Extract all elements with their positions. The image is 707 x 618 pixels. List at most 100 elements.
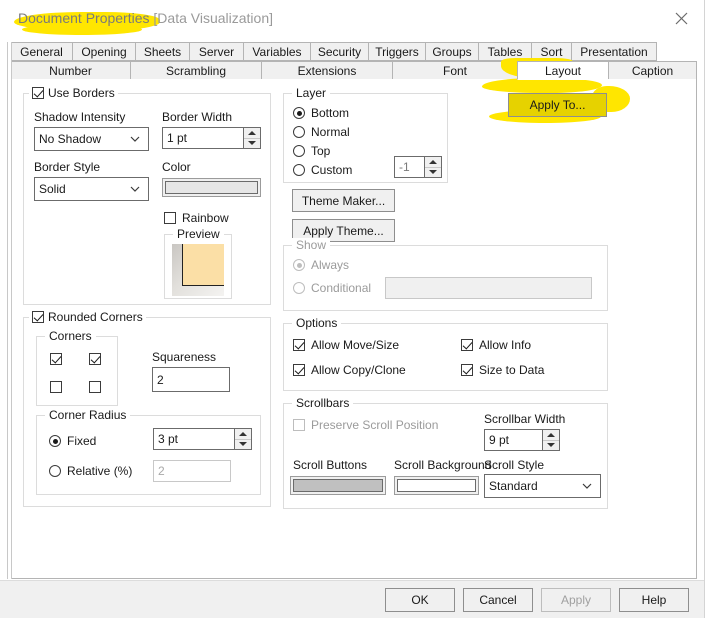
rainbow-checkbox[interactable] [164, 212, 176, 224]
tab-groups[interactable]: Groups [425, 42, 478, 61]
tab-sheets[interactable]: Sheets [135, 42, 189, 61]
corner-top-left-checkbox[interactable] [50, 353, 62, 365]
tab-row-primary: General Opening Sheets Server Variables Secur… [10, 42, 697, 61]
border-style-select[interactable]: Solid [34, 177, 149, 201]
tab-security[interactable]: Security [310, 42, 368, 61]
apply-to-button[interactable]: Apply To... [508, 93, 607, 117]
use-borders-group-label[interactable]: Use Borders [29, 86, 118, 100]
rounded-corners-group: Rounded Corners Corners Squareness 2 Cor… [23, 310, 271, 507]
rainbow-checkbox-row[interactable]: Rainbow [164, 211, 229, 225]
border-width-label: Border Width [162, 110, 233, 124]
corner-radius-fixed-value[interactable]: 3 pt [153, 428, 234, 450]
border-color-swatch[interactable] [162, 178, 261, 197]
scroll-buttons-fill [293, 479, 383, 492]
allow-info-row[interactable]: Allow Info [461, 338, 531, 352]
show-conditional-radio-row: Conditional [293, 281, 371, 295]
size-to-data-row[interactable]: Size to Data [461, 363, 544, 377]
close-icon[interactable] [661, 4, 701, 32]
theme-maker-button[interactable]: Theme Maker... [292, 189, 395, 212]
cancel-button[interactable]: Cancel [463, 588, 533, 612]
corner-radius-fixed-radio-row[interactable]: Fixed [49, 434, 96, 448]
rounded-corners-group-label[interactable]: Rounded Corners [29, 310, 146, 324]
layer-normal-radio[interactable] [293, 126, 305, 138]
use-borders-checkbox[interactable] [32, 87, 44, 99]
allow-info-label: Allow Info [479, 338, 532, 352]
layer-bottom-radio-row[interactable]: Bottom [293, 106, 349, 120]
scrollbar-width-label: Scrollbar Width [484, 412, 566, 426]
layer-custom-radio[interactable] [293, 164, 305, 176]
border-width-stepper[interactable]: 1 pt [162, 127, 261, 149]
allow-move-size-row[interactable]: Allow Move/Size [293, 338, 399, 352]
allow-info-checkbox[interactable] [461, 339, 473, 351]
layer-bottom-radio[interactable] [293, 107, 305, 119]
help-button[interactable]: Help [619, 588, 689, 612]
tab-scrambling[interactable]: Scrambling [130, 61, 261, 80]
spin-up-icon[interactable] [425, 157, 441, 167]
corners-group: Corners [36, 329, 118, 406]
allow-copy-clone-checkbox[interactable] [293, 364, 305, 376]
scroll-background-swatch[interactable] [394, 476, 479, 495]
chevron-down-icon [126, 136, 144, 143]
layer-custom-radio-row[interactable]: Custom [293, 163, 352, 177]
spin-down-icon[interactable] [244, 137, 260, 148]
shadow-intensity-value: No Shadow [39, 132, 102, 146]
window-title-text: Document Properties [18, 10, 150, 26]
ok-button[interactable]: OK [385, 588, 455, 612]
allow-copy-clone-label: Allow Copy/Clone [311, 363, 406, 377]
show-always-radio-row: Always [293, 258, 349, 272]
corner-radius-relative-radio[interactable] [49, 465, 61, 477]
spin-up-icon[interactable] [543, 430, 559, 440]
tab-opening[interactable]: Opening [72, 42, 135, 61]
corner-radius-relative-label: Relative (%) [67, 464, 133, 478]
corner-radius-fixed-stepper[interactable]: 3 pt [153, 428, 252, 450]
spin-down-icon[interactable] [235, 438, 251, 449]
corner-radius-relative-radio-row[interactable]: Relative (%) [49, 464, 132, 478]
spin-down-icon[interactable] [425, 166, 441, 177]
scrollbar-width-stepper[interactable]: 9 pt [484, 429, 560, 451]
border-color-label: Color [162, 160, 191, 174]
tab-general[interactable]: General [10, 42, 72, 61]
corner-radius-spin-buttons[interactable] [234, 428, 252, 450]
layer-normal-radio-row[interactable]: Normal [293, 125, 350, 139]
scrollbar-width-spin-buttons[interactable] [542, 429, 560, 451]
shadow-intensity-select[interactable]: No Shadow [34, 127, 149, 151]
corner-bottom-right-checkbox[interactable] [89, 381, 101, 393]
tab-variables[interactable]: Variables [243, 42, 310, 61]
tab-layout[interactable]: Layout [517, 61, 608, 80]
tab-font[interactable]: Font [392, 61, 517, 80]
tab-extensions[interactable]: Extensions [261, 61, 392, 80]
show-always-radio [293, 259, 305, 271]
tab-triggers[interactable]: Triggers [368, 42, 425, 61]
allow-copy-clone-row[interactable]: Allow Copy/Clone [293, 363, 406, 377]
layer-top-radio[interactable] [293, 145, 305, 157]
scrollbars-group-label: Scrollbars [292, 396, 354, 410]
allow-move-size-checkbox[interactable] [293, 339, 305, 351]
scroll-buttons-swatch[interactable] [290, 476, 386, 495]
corner-top-right-checkbox[interactable] [89, 353, 101, 365]
tab-strip: General Opening Sheets Server Variables Secur… [10, 42, 697, 80]
border-preview [172, 244, 224, 296]
layer-top-radio-row[interactable]: Top [293, 144, 330, 158]
scrollbar-width-value[interactable]: 9 pt [484, 429, 542, 451]
border-width-spin-buttons[interactable] [243, 127, 261, 149]
corner-radius-fixed-radio[interactable] [49, 435, 61, 447]
tab-row-secondary: Number Scrambling Extensions Font Layout Capt… [10, 61, 697, 80]
squareness-input[interactable]: 2 [152, 367, 230, 392]
spin-up-icon[interactable] [244, 128, 260, 138]
layer-custom-stepper[interactable]: -1 [394, 156, 442, 178]
border-style-label: Border Style [34, 160, 101, 174]
border-width-value[interactable]: 1 pt [162, 127, 243, 149]
size-to-data-checkbox[interactable] [461, 364, 473, 376]
tab-presentation[interactable]: Presentation [571, 42, 657, 61]
spin-down-icon[interactable] [543, 439, 559, 450]
scroll-style-select[interactable]: Standard [484, 474, 601, 498]
layer-custom-value[interactable]: -1 [394, 156, 424, 178]
show-group-label: Show [292, 238, 331, 252]
rounded-corners-checkbox[interactable] [32, 311, 44, 323]
layer-custom-spin-buttons[interactable] [424, 156, 442, 178]
tab-caption[interactable]: Caption [608, 61, 697, 80]
spin-up-icon[interactable] [235, 429, 251, 439]
tab-server[interactable]: Server [189, 42, 243, 61]
corner-bottom-left-checkbox[interactable] [50, 381, 62, 393]
tab-number[interactable]: Number [10, 61, 130, 80]
